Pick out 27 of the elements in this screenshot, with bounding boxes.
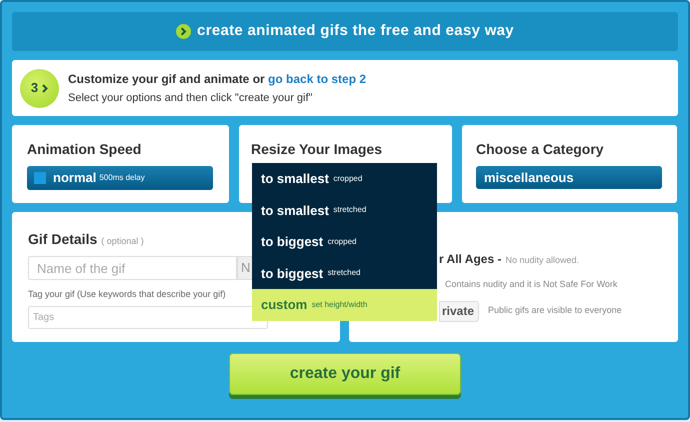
card-title: Gif Details bbox=[28, 230, 98, 249]
privacy-note: Public gifs are visible to everyone bbox=[488, 304, 622, 318]
name-field[interactable]: Name of the gif bbox=[28, 256, 237, 280]
card-title: Resize Your Images bbox=[251, 140, 383, 159]
category-select[interactable]: miscellaneous bbox=[476, 166, 662, 189]
chevron-icon bbox=[176, 24, 192, 39]
dropdown-option[interactable]: to smallest cropped bbox=[252, 163, 437, 194]
header-title: create animated gifs the free and easy way bbox=[197, 21, 514, 42]
card-title: Choose a Category bbox=[476, 140, 605, 159]
speed-swatch-icon bbox=[34, 172, 46, 184]
dropdown-option[interactable]: to biggest stretched bbox=[252, 258, 437, 289]
optional-note: ( optional ) bbox=[101, 235, 144, 248]
step-title: Customize your gif and animate or go back to step 2 bbox=[68, 70, 366, 88]
speed-select[interactable]: normal 500ms delay bbox=[27, 166, 213, 190]
dropdown-option[interactable]: to biggest cropped bbox=[252, 226, 437, 258]
back-link[interactable]: go back to step 2 bbox=[268, 72, 366, 86]
dropdown-option[interactable]: to smallest stretched bbox=[252, 194, 437, 226]
card-title: Animation Speed bbox=[27, 140, 142, 159]
dropdown-option[interactable]: custom set height/width bbox=[252, 289, 437, 320]
step-subtitle: Select your options and then click "create your gif" bbox=[68, 90, 314, 106]
chevron-icon bbox=[42, 84, 48, 92]
private-button[interactable]: rivate bbox=[439, 300, 480, 322]
all-ages-note: No nudity allowed. bbox=[505, 254, 580, 267]
nsfw-note: Contains nudity and it is Not Safe For Work bbox=[444, 278, 618, 291]
all-ages-label: r All Ages - bbox=[439, 251, 502, 268]
step-number: 3 bbox=[30, 79, 38, 98]
tags-label: Tag your gif (Use keywords that describe your gif) bbox=[28, 288, 227, 301]
